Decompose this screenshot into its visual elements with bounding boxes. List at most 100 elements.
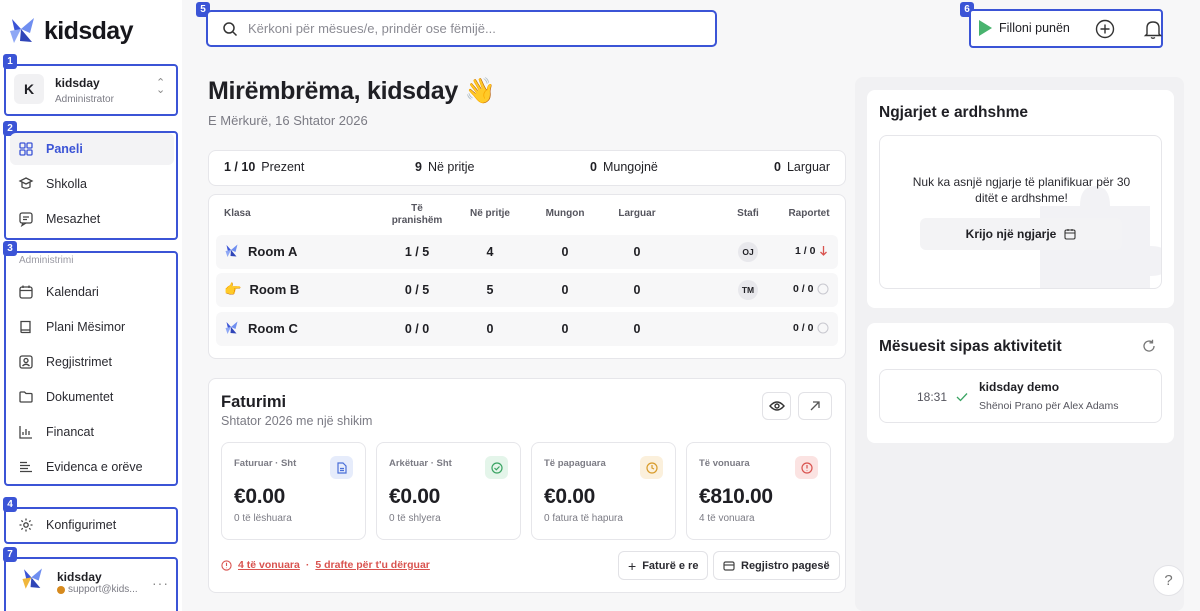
nav-label: Plani Mësimor [46,320,126,334]
staff-avatar[interactable]: TM [738,280,758,300]
account-role: Administrator [55,94,114,105]
stat-value: 9 [415,160,422,174]
kpi-note: 4 të vonuara [699,513,755,524]
nav-label: Kalendari [46,285,99,299]
message-icon [19,212,33,227]
kpi-card[interactable]: Arkëtuar · Sht €0.00 0 të shlyera [376,442,521,540]
stat-waiting: 9 Në pritje [415,160,475,174]
kpi-value: €0.00 [234,485,286,508]
stat-label: Mungojnë [602,160,658,174]
chart-icon [19,426,32,439]
billing-subtitle: Shtator 2026 me një shikim [221,414,373,428]
nav-item-plani-mesimor[interactable]: Plani Mësimor [10,311,174,343]
absent-cell: 0 [561,283,569,297]
start-work-button[interactable]: Filloni punën [979,20,1070,36]
record-payment-label: Regjistro pagesë [741,559,830,572]
present-cell: 0 / 0 [404,322,430,336]
reports-cell[interactable]: 0 / 0 [793,283,829,295]
nav-label: Regjistrimet [46,355,112,369]
absent-cell: 0 [561,245,569,259]
open-button[interactable] [798,392,832,420]
refresh-icon[interactable] [1142,339,1156,353]
table-row[interactable]: 👉 Room B 0 / 5 5 0 0 TM 0 / 0 [216,273,838,307]
user-email-row: support@kids... [57,584,138,595]
kpi-card[interactable]: Faturuar · Sht €0.00 0 të lëshuara [221,442,366,540]
school-icon [18,177,34,189]
kpi-card[interactable]: Të papaguara €0.00 0 fatura të hapura [531,442,676,540]
search-bar[interactable] [206,10,717,47]
gear-icon [19,518,33,532]
book-icon [20,320,31,334]
kpi-note: 0 fatura të hapura [544,513,623,524]
nav-item-regjistrimet[interactable]: Regjistrimet [10,346,174,378]
page-title: Mirëmbrëma, kidsday 👋 [208,77,496,105]
billing-warning: 4 të vonuara · 5 drafte për t'u dërguar [221,559,430,571]
new-invoice-button[interactable]: + Faturë e re [618,551,709,580]
nav-item-financat[interactable]: Financat [10,416,174,448]
stat-label: Në pritje [427,160,475,174]
star-flower-icon [225,244,238,257]
late-link[interactable]: 4 të vonuara [238,559,300,571]
kpi-label: Arkëtuar · Sht [389,458,452,469]
stat-label: Larguar [786,160,831,174]
arrow-up-right-icon [810,401,820,411]
help-icon: ? [1164,572,1173,589]
activity-item[interactable]: 18:31 kidsday demo Shënoi Prano për Alex… [879,369,1162,423]
document-icon [330,456,353,479]
search-input[interactable] [248,21,688,36]
waiting-cell: 0 [486,322,494,336]
circle-icon [817,322,829,334]
hand-icon: 👉 [224,281,242,297]
reports-value: 1 / 0 [795,245,816,257]
col-reports: Raportet [788,208,830,219]
nav-item-shkolla[interactable]: Shkolla [10,168,174,200]
help-button[interactable]: ? [1153,565,1184,596]
table-row[interactable]: Room C 0 / 0 0 0 0 0 / 0 [216,312,838,346]
more-icon[interactable]: ··· [152,575,169,591]
col-class: Klasa [224,208,251,219]
app-name: kidsday [44,16,134,45]
chevron-updown-icon[interactable]: ⌃ ⌄ [156,78,165,96]
stat-absent: 0 Mungojnë [590,160,658,174]
separator: · [305,559,310,571]
play-icon [979,20,992,36]
present-cell: 1 / 5 [404,245,430,259]
reports-cell[interactable]: 0 / 0 [793,322,829,334]
nav-item-dokumentet[interactable]: Dokumentet [10,381,174,413]
arrow-down-icon [820,246,828,256]
account-name: kidsday [55,76,100,90]
nav-label: Dokumentet [46,390,114,404]
staff-avatar[interactable]: OJ [738,242,758,262]
reports-value: 0 / 0 [793,283,814,295]
drafts-link[interactable]: 5 drafte për t'u dërguar [315,559,430,571]
calendar-icon [19,285,33,299]
search-icon [223,21,238,36]
bell-icon[interactable] [1143,18,1163,40]
table-row[interactable]: Room A 1 / 5 4 0 0 OJ 1 / 0 [216,235,838,269]
col-waiting: Në pritje [469,208,510,219]
app-logo[interactable]: kidsday [8,15,134,47]
nav-item-mesazhet[interactable]: Mesazhet [10,203,174,235]
reports-cell[interactable]: 1 / 0 [795,245,828,257]
col-present: Të pranishëm [387,203,447,227]
record-payment-button[interactable]: Regjistro pagesë [713,551,840,580]
nav-item-kalendari[interactable]: Kalendari [10,276,174,308]
nav-item-paneli[interactable]: Paneli [10,133,174,165]
room-cell: Room C [224,320,298,336]
plus-circle-icon[interactable] [1095,19,1115,39]
view-button[interactable] [762,392,791,420]
waiting-cell: 5 [486,283,494,297]
left-cell: 0 [633,322,641,336]
activity-time: 18:31 [917,390,948,404]
stat-value: 1 / 10 [224,160,256,174]
create-event-button[interactable]: Krijo një ngjarje [920,218,1122,250]
kpi-label: Të vonuara [699,458,750,469]
activity-title: Mësuesit sipas aktivitetit [879,338,1062,355]
stat-left: 0 Larguar [774,160,830,174]
kpi-note: 0 të lëshuara [234,513,292,524]
stat-value: 0 [590,160,597,174]
nav-item-konfigurimet[interactable]: Konfigurimet [10,509,174,541]
kpi-card[interactable]: Të vonuara €810.00 4 të vonuara [686,442,831,540]
annotation-7: 7 [3,547,17,562]
nav-item-evidenca[interactable]: Evidenca e orëve [10,451,174,483]
